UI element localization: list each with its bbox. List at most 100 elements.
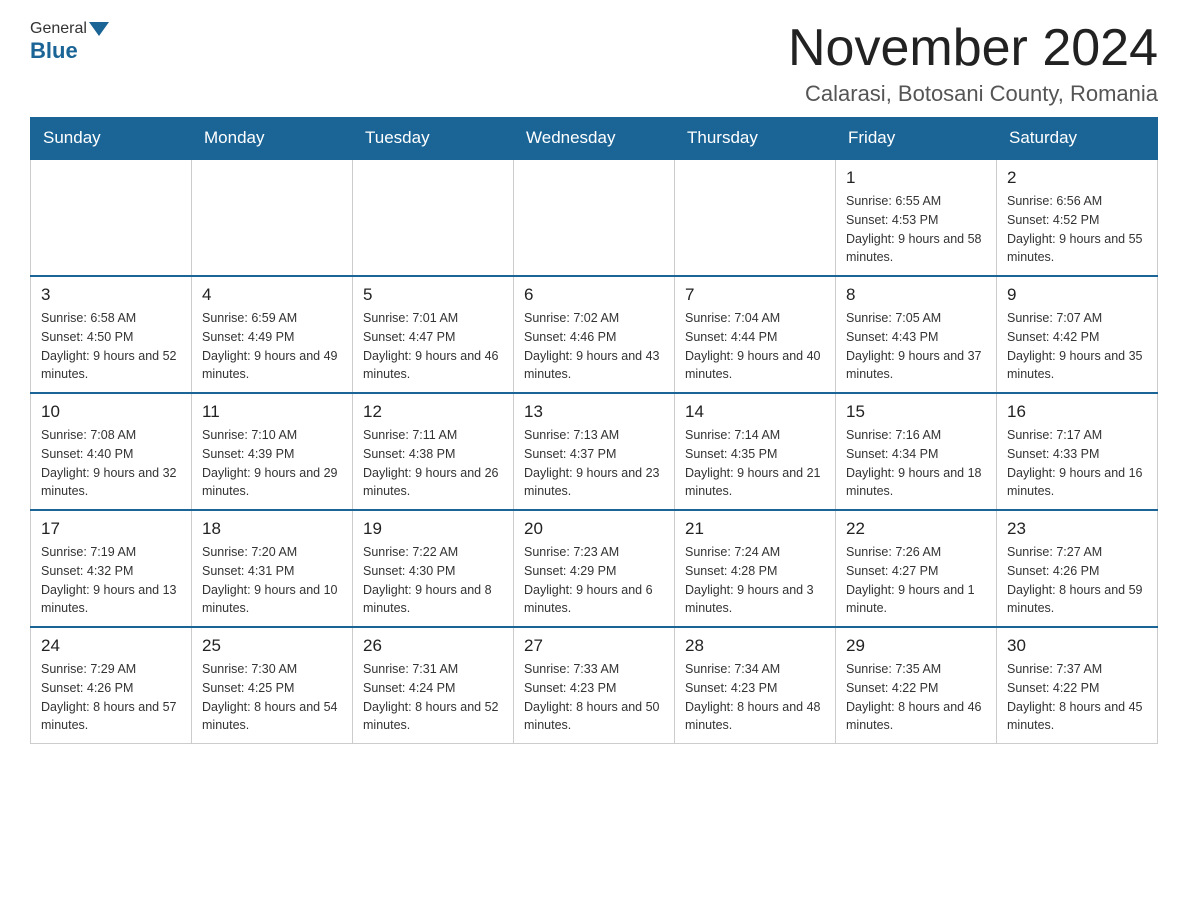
main-title: November 2024 <box>788 20 1158 77</box>
calendar-cell: 9 Sunrise: 7:07 AM Sunset: 4:42 PM Daylig… <box>997 276 1158 393</box>
calendar-week-4: 17 Sunrise: 7:19 AM Sunset: 4:32 PM Dayli… <box>31 510 1158 627</box>
day-info: Sunrise: 6:56 AM Sunset: 4:52 PM Dayligh… <box>1007 192 1147 267</box>
day-info: Sunrise: 6:59 AM Sunset: 4:49 PM Dayligh… <box>202 309 342 384</box>
calendar-cell <box>31 159 192 276</box>
day-number: 29 <box>846 636 986 656</box>
day-number: 12 <box>363 402 503 422</box>
day-info: Sunrise: 7:10 AM Sunset: 4:39 PM Dayligh… <box>202 426 342 501</box>
calendar-cell: 5Sunrise: 7:01 AM Sunset: 4:47 PM Daylig… <box>353 276 514 393</box>
title-section: November 2024 Calarasi, Botosani County,… <box>788 20 1158 107</box>
day-info: Sunrise: 7:14 AM Sunset: 4:35 PM Dayligh… <box>685 426 825 501</box>
day-number: 4 <box>202 285 342 305</box>
day-number: 1 <box>846 168 986 188</box>
day-info: Sunrise: 7:24 AM Sunset: 4:28 PM Dayligh… <box>685 543 825 618</box>
day-number: 2 <box>1007 168 1147 188</box>
weekday-header-friday: Friday <box>836 118 997 160</box>
calendar-cell: 17 Sunrise: 7:19 AM Sunset: 4:32 PM Dayli… <box>31 510 192 627</box>
calendar-cell <box>675 159 836 276</box>
calendar-cell: 2 Sunrise: 6:56 AM Sunset: 4:52 PM Daylig… <box>997 159 1158 276</box>
calendar-week-1: 1 Sunrise: 6:55 AM Sunset: 4:53 PM Daylig… <box>31 159 1158 276</box>
calendar-cell: 30 Sunrise: 7:37 AM Sunset: 4:22 PM Dayli… <box>997 627 1158 744</box>
day-number: 22 <box>846 519 986 539</box>
calendar-cell: 16 Sunrise: 7:17 AM Sunset: 4:33 PM Dayli… <box>997 393 1158 510</box>
day-info: Sunrise: 7:33 AM Sunset: 4:23 PM Dayligh… <box>524 660 664 735</box>
day-number: 23 <box>1007 519 1147 539</box>
calendar-cell: 12 Sunrise: 7:11 AM Sunset: 4:38 PM Dayli… <box>353 393 514 510</box>
calendar-cell: 24Sunrise: 7:29 AM Sunset: 4:26 PM Dayli… <box>31 627 192 744</box>
day-info: Sunrise: 7:17 AM Sunset: 4:33 PM Dayligh… <box>1007 426 1147 501</box>
day-info: Sunrise: 7:07 AM Sunset: 4:42 PM Dayligh… <box>1007 309 1147 384</box>
calendar-cell: 13 Sunrise: 7:13 AM Sunset: 4:37 PM Dayli… <box>514 393 675 510</box>
day-number: 27 <box>524 636 664 656</box>
weekday-header-sunday: Sunday <box>31 118 192 160</box>
calendar-cell: 28Sunrise: 7:34 AM Sunset: 4:23 PM Dayli… <box>675 627 836 744</box>
weekday-header-thursday: Thursday <box>675 118 836 160</box>
day-number: 19 <box>363 519 503 539</box>
calendar-week-2: 3 Sunrise: 6:58 AM Sunset: 4:50 PM Daylig… <box>31 276 1158 393</box>
calendar-cell: 20 Sunrise: 7:23 AM Sunset: 4:29 PM Dayli… <box>514 510 675 627</box>
calendar-cell: 22 Sunrise: 7:26 AM Sunset: 4:27 PM Dayli… <box>836 510 997 627</box>
day-number: 10 <box>41 402 181 422</box>
day-info: Sunrise: 7:08 AM Sunset: 4:40 PM Dayligh… <box>41 426 181 501</box>
day-info: Sunrise: 7:13 AM Sunset: 4:37 PM Dayligh… <box>524 426 664 501</box>
day-number: 6 <box>524 285 664 305</box>
calendar-cell: 15 Sunrise: 7:16 AM Sunset: 4:34 PM Dayli… <box>836 393 997 510</box>
day-info: Sunrise: 7:20 AM Sunset: 4:31 PM Dayligh… <box>202 543 342 618</box>
day-info: Sunrise: 7:16 AM Sunset: 4:34 PM Dayligh… <box>846 426 986 501</box>
day-number: 30 <box>1007 636 1147 656</box>
calendar-cell: 1 Sunrise: 6:55 AM Sunset: 4:53 PM Daylig… <box>836 159 997 276</box>
calendar-cell <box>192 159 353 276</box>
day-info: Sunrise: 7:26 AM Sunset: 4:27 PM Dayligh… <box>846 543 986 618</box>
day-number: 13 <box>524 402 664 422</box>
calendar-cell: 11 Sunrise: 7:10 AM Sunset: 4:39 PM Dayli… <box>192 393 353 510</box>
calendar-week-5: 24Sunrise: 7:29 AM Sunset: 4:26 PM Dayli… <box>31 627 1158 744</box>
day-number: 3 <box>41 285 181 305</box>
day-info: Sunrise: 7:05 AM Sunset: 4:43 PM Dayligh… <box>846 309 986 384</box>
day-number: 15 <box>846 402 986 422</box>
day-number: 21 <box>685 519 825 539</box>
calendar-cell: 29Sunrise: 7:35 AM Sunset: 4:22 PM Dayli… <box>836 627 997 744</box>
calendar-cell: 26Sunrise: 7:31 AM Sunset: 4:24 PM Dayli… <box>353 627 514 744</box>
logo-general-text: General <box>30 20 87 38</box>
day-number: 25 <box>202 636 342 656</box>
day-info: Sunrise: 7:19 AM Sunset: 4:32 PM Dayligh… <box>41 543 181 618</box>
day-info: Sunrise: 6:58 AM Sunset: 4:50 PM Dayligh… <box>41 309 181 384</box>
calendar-cell: 25Sunrise: 7:30 AM Sunset: 4:25 PM Dayli… <box>192 627 353 744</box>
day-number: 17 <box>41 519 181 539</box>
day-info: Sunrise: 7:31 AM Sunset: 4:24 PM Dayligh… <box>363 660 503 735</box>
day-info: Sunrise: 6:55 AM Sunset: 4:53 PM Dayligh… <box>846 192 986 267</box>
logo-blue-text: Blue <box>30 38 78 64</box>
day-number: 20 <box>524 519 664 539</box>
day-number: 11 <box>202 402 342 422</box>
day-info: Sunrise: 7:23 AM Sunset: 4:29 PM Dayligh… <box>524 543 664 618</box>
day-info: Sunrise: 7:29 AM Sunset: 4:26 PM Dayligh… <box>41 660 181 735</box>
day-number: 7 <box>685 285 825 305</box>
day-number: 14 <box>685 402 825 422</box>
weekday-header-monday: Monday <box>192 118 353 160</box>
calendar-cell: 3 Sunrise: 6:58 AM Sunset: 4:50 PM Daylig… <box>31 276 192 393</box>
calendar-cell <box>514 159 675 276</box>
day-info: Sunrise: 7:34 AM Sunset: 4:23 PM Dayligh… <box>685 660 825 735</box>
calendar-week-3: 10 Sunrise: 7:08 AM Sunset: 4:40 PM Dayli… <box>31 393 1158 510</box>
calendar-table: SundayMondayTuesdayWednesdayThursdayFrid… <box>30 117 1158 744</box>
weekday-header-wednesday: Wednesday <box>514 118 675 160</box>
day-info: Sunrise: 7:37 AM Sunset: 4:22 PM Dayligh… <box>1007 660 1147 735</box>
calendar-cell: 27 Sunrise: 7:33 AM Sunset: 4:23 PM Dayli… <box>514 627 675 744</box>
day-number: 16 <box>1007 402 1147 422</box>
calendar-cell: 19 Sunrise: 7:22 AM Sunset: 4:30 PM Dayli… <box>353 510 514 627</box>
weekday-header-tuesday: Tuesday <box>353 118 514 160</box>
calendar-cell: 4 Sunrise: 6:59 AM Sunset: 4:49 PM Daylig… <box>192 276 353 393</box>
weekday-header-row: SundayMondayTuesdayWednesdayThursdayFrid… <box>31 118 1158 160</box>
day-number: 18 <box>202 519 342 539</box>
day-number: 9 <box>1007 285 1147 305</box>
day-info: Sunrise: 7:11 AM Sunset: 4:38 PM Dayligh… <box>363 426 503 501</box>
calendar-cell: 23 Sunrise: 7:27 AM Sunset: 4:26 PM Dayli… <box>997 510 1158 627</box>
page-header: General Blue November 2024 Calarasi, Bot… <box>30 20 1158 107</box>
day-info: Sunrise: 7:22 AM Sunset: 4:30 PM Dayligh… <box>363 543 503 618</box>
calendar-cell <box>353 159 514 276</box>
day-info: Sunrise: 7:27 AM Sunset: 4:26 PM Dayligh… <box>1007 543 1147 618</box>
logo-arrow-icon <box>89 22 109 36</box>
calendar-cell: 14 Sunrise: 7:14 AM Sunset: 4:35 PM Dayli… <box>675 393 836 510</box>
subtitle: Calarasi, Botosani County, Romania <box>788 81 1158 107</box>
weekday-header-saturday: Saturday <box>997 118 1158 160</box>
